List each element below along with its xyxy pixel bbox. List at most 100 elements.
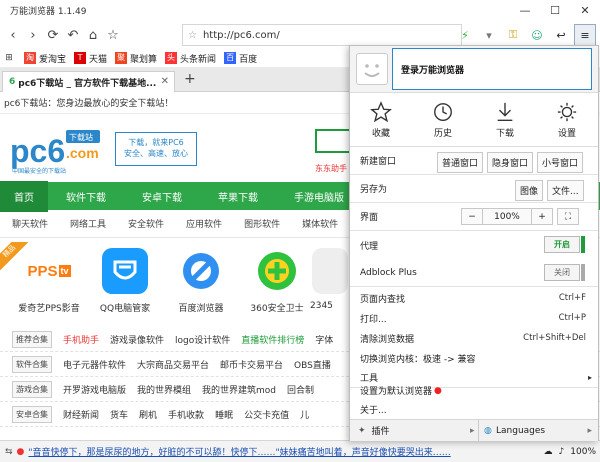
app-item[interactable]: 360安全卫士 <box>242 248 312 314</box>
forward-icon[interactable]: › <box>23 24 43 46</box>
subnav-item[interactable]: 聊天软件 <box>12 217 48 230</box>
subnav-item[interactable]: 安全软件 <box>128 217 164 230</box>
zoom-level[interactable]: 100% <box>570 447 596 457</box>
nav-android[interactable]: 安卓下载 <box>142 189 182 204</box>
app-item[interactable]: 百度浏览器 <box>166 248 236 314</box>
zoom-out-button[interactable]: − <box>461 208 483 225</box>
hot-search-link[interactable]: 东东助手 <box>315 163 347 174</box>
adblock-toggle[interactable]: 关闭 <box>544 264 580 281</box>
qq-manager-icon <box>102 248 148 294</box>
collection-link[interactable]: 回合制 <box>287 383 314 396</box>
nav-pc-games[interactable]: 手游电脑版 <box>294 189 344 204</box>
address-bar[interactable]: ☆ http://pc6.com/ <box>182 24 462 46</box>
bookmark-item[interactable]: 头头条新闻 <box>165 52 216 65</box>
fullscreen-icon[interactable]: ⛶ <box>557 208 579 225</box>
star-icon[interactable]: ☆ <box>188 30 197 41</box>
favorites-button[interactable]: 收藏 <box>350 93 412 146</box>
menu-item-switch-core[interactable]: 切换浏览内核：极速 -> 兼容 <box>350 348 598 368</box>
collection-link[interactable]: 睡眠 <box>215 408 233 421</box>
bookmark-item[interactable]: 百百度 <box>224 52 257 65</box>
languages-button[interactable]: Languages <box>496 426 545 436</box>
collection-link[interactable]: 我的世界建筑mod <box>202 383 276 396</box>
plugins-button[interactable]: 插件 <box>372 424 390 437</box>
collection-link[interactable]: 游戏录像软件 <box>110 333 164 346</box>
app-item[interactable]: 2345 <box>310 248 350 311</box>
menu-button[interactable]: ≡ <box>574 24 596 46</box>
menu-item-print[interactable]: 打印... Ctrl+P <box>350 308 598 328</box>
new-tab-button[interactable]: + <box>184 71 196 87</box>
normal-window-button[interactable]: 普通窗口 <box>437 152 484 173</box>
subnav-item[interactable]: 应用软件 <box>186 217 222 230</box>
submenu-arrow-icon: ▸ <box>470 425 475 436</box>
settings-button[interactable]: 设置 <box>536 93 598 146</box>
menu-item-find[interactable]: 页面内查找 Ctrl+F <box>350 288 598 308</box>
nav-home[interactable]: 首页 <box>0 180 48 212</box>
menu-label: Adblock Plus <box>360 267 417 278</box>
cloud-icon[interactable]: ☁ <box>544 447 553 457</box>
login-button[interactable]: 登录万能浏览器 <box>392 48 592 90</box>
collection-link[interactable]: 手机收款 <box>168 408 204 421</box>
collection-link[interactable]: 字体 <box>315 333 333 346</box>
bookmark-item[interactable]: 聚聚划算 <box>115 52 157 65</box>
collection-link[interactable]: 手机助手 <box>63 333 99 346</box>
site-logo[interactable]: pc6 下载站 .com 中国最安全的下载站 <box>10 124 102 176</box>
collection-category[interactable]: 推荐合集 <box>12 330 52 348</box>
history-button[interactable]: 历史 <box>412 93 474 146</box>
collection-category[interactable]: 安卓合集 <box>12 405 52 423</box>
proxy-toggle[interactable]: 开启 <box>544 236 580 253</box>
collection-category[interactable]: 游戏合集 <box>12 380 52 398</box>
home-icon[interactable]: ⌂ <box>83 24 103 46</box>
bookmark-item[interactable]: 淘爱淘宝 <box>24 52 66 65</box>
key-icon[interactable]: ⚿ <box>502 24 524 46</box>
app-item[interactable]: PPS tv 爱奇艺PPS影音 <box>14 248 84 315</box>
collection-link[interactable]: 邮币卡交易平台 <box>220 358 283 371</box>
subnav-item[interactable]: 图形软件 <box>244 217 280 230</box>
bookmark-item[interactable]: T 天猫 <box>74 52 107 65</box>
downloads-button[interactable]: 下载 <box>474 93 536 146</box>
zoom-in-button[interactable]: + <box>531 208 553 225</box>
collection-category[interactable]: 软件合集 <box>12 355 52 373</box>
bookmark-star-icon[interactable]: ☆ <box>103 24 123 46</box>
collection-link[interactable]: 电子元器件软件 <box>63 358 126 371</box>
tab-pc6[interactable]: 6 pc6下载站 _ 官方软件下载基地... ✕ <box>2 71 175 92</box>
user-icon[interactable]: ☺ <box>526 24 548 46</box>
collection-link[interactable]: 开罗游戏电脑版 <box>63 383 126 396</box>
nav-apple[interactable]: 苹果下载 <box>218 189 258 204</box>
close-tab-icon[interactable]: ✕ <box>161 76 169 87</box>
close-button[interactable]: ✕ <box>570 0 600 21</box>
subnav-item[interactable]: 网络工具 <box>70 217 106 230</box>
dropdown-arrow-icon[interactable]: ▾ <box>478 24 500 46</box>
collection-link[interactable]: OBS直播 <box>294 358 331 371</box>
save-file-button[interactable]: 文件... <box>547 180 584 201</box>
collection-link[interactable]: 公交卡充值 <box>244 408 289 421</box>
collection-link[interactable]: 刷机 <box>139 408 157 421</box>
reload-icon[interactable]: ⟳ <box>43 24 63 46</box>
small-window-button[interactable]: 小号窗口 <box>537 152 584 173</box>
sidebar-toggle-icon[interactable]: ⇆ <box>5 447 13 457</box>
app-item[interactable]: QQ电脑管家 <box>90 248 160 314</box>
restore-tab-icon[interactable]: ↶ <box>63 24 83 46</box>
maximize-button[interactable]: ☐ <box>540 0 570 21</box>
collection-link[interactable]: 儿 <box>300 408 309 421</box>
news-ticker[interactable]: "音音快停下，那是尿尿的地方，好脏的不可以舔！快停下……"妹妹痛苦地叫着，声音好… <box>28 445 458 458</box>
collection-link[interactable]: 财经新闻 <box>63 408 99 421</box>
menu-item-clear-data[interactable]: 清除浏览数据 Ctrl+Shift+Del <box>350 328 598 348</box>
collection-link[interactable]: 直播软件排行榜 <box>241 333 304 346</box>
save-image-button[interactable]: 图像 <box>515 180 544 201</box>
nav-software[interactable]: 软件下载 <box>66 189 106 204</box>
pps-icon: PPS tv <box>27 262 71 280</box>
subnav-item[interactable]: 媒体软件 <box>302 217 338 230</box>
compat-mode-icon[interactable]: ⚡ <box>454 24 476 46</box>
undo-icon[interactable]: ↩ <box>550 24 572 46</box>
apps-grid-icon[interactable]: ⊞ <box>2 47 16 69</box>
collection-link[interactable]: 大宗商品交易平台 <box>137 358 209 371</box>
collection-link[interactable]: 我的世界模组 <box>137 383 191 396</box>
speaker-icon[interactable]: ♪ <box>559 447 565 457</box>
private-window-button[interactable]: 隐身窗口 <box>487 152 534 173</box>
menu-item-about[interactable]: 关于... <box>350 399 598 419</box>
collection-link[interactable]: 货车 <box>110 408 128 421</box>
collection-link[interactable]: logo设计软件 <box>175 333 230 346</box>
minimize-button[interactable]: — <box>510 0 540 21</box>
back-icon[interactable]: ‹ <box>3 24 23 46</box>
menu-item-set-default[interactable]: 设置为默认浏览器 ● <box>350 382 598 399</box>
